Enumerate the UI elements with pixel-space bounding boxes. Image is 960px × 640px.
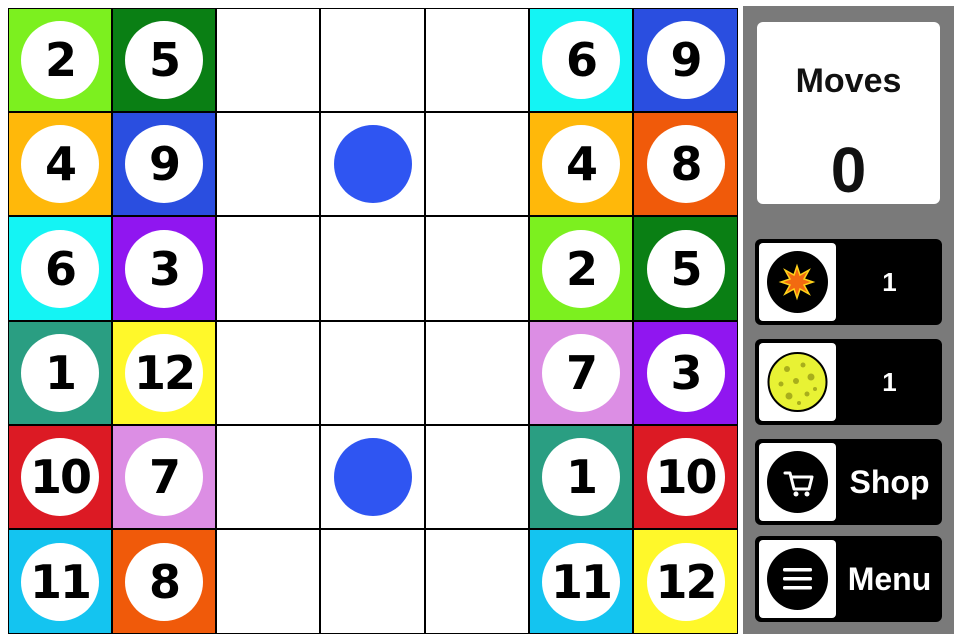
empty-cell[interactable]: [216, 425, 320, 529]
tile-5[interactable]: 5: [633, 216, 738, 321]
tile-number: 12: [125, 334, 203, 412]
empty-cell[interactable]: [320, 112, 425, 216]
game-board: 2 5 6 9 4 9 4 8 6 3 2 5 1 12 7 3 10 7 1 10 11 8 11 12: [8, 8, 738, 634]
tile-4[interactable]: 4: [8, 112, 112, 216]
empty-cell[interactable]: [216, 216, 320, 321]
tile-1[interactable]: 1: [8, 321, 112, 425]
tile-number: 6: [542, 21, 620, 99]
empty-cell[interactable]: [320, 8, 425, 112]
empty-cell[interactable]: [320, 529, 425, 634]
tile-8[interactable]: 8: [633, 112, 738, 216]
cart-icon: [767, 451, 828, 513]
empty-cell[interactable]: [425, 216, 529, 321]
moon-icon: [767, 351, 828, 413]
tile-11[interactable]: 11: [529, 529, 633, 634]
tile-number: 9: [646, 21, 725, 99]
tile-number: 4: [21, 125, 99, 203]
empty-cell[interactable]: [425, 321, 529, 425]
tile-number: 11: [21, 542, 99, 621]
tile-number: 2: [542, 229, 620, 308]
tile-number: 2: [21, 21, 99, 99]
empty-cell[interactable]: [216, 8, 320, 112]
tile-number: 5: [646, 229, 725, 308]
bomb-powerup-button[interactable]: 1: [755, 239, 942, 325]
tile-12[interactable]: 12: [633, 529, 738, 634]
tile-number: 3: [125, 229, 203, 308]
empty-cell[interactable]: [425, 112, 529, 216]
tile-11[interactable]: 11: [8, 529, 112, 634]
moves-value: 0: [830, 134, 867, 206]
blue-marker-dot: [333, 125, 412, 203]
empty-cell[interactable]: [216, 529, 320, 634]
tile-number: 6: [21, 229, 99, 308]
shop-label: Shop: [849, 464, 930, 500]
tile-9[interactable]: 9: [633, 8, 738, 112]
tile-10[interactable]: 10: [633, 425, 738, 529]
empty-cell[interactable]: [425, 425, 529, 529]
tile-10[interactable]: 10: [8, 425, 112, 529]
tile-6[interactable]: 6: [8, 216, 112, 321]
moves-counter: Moves 0: [757, 22, 940, 204]
empty-cell[interactable]: [216, 112, 320, 216]
empty-cell[interactable]: [320, 425, 425, 529]
tile-number: 7: [542, 334, 620, 412]
tile-8[interactable]: 8: [112, 529, 216, 634]
tile-3[interactable]: 3: [112, 216, 216, 321]
tile-7[interactable]: 7: [112, 425, 216, 529]
tile-number: 7: [125, 438, 203, 516]
tile-number: 11: [542, 542, 620, 621]
tile-1[interactable]: 1: [529, 425, 633, 529]
empty-cell[interactable]: [216, 321, 320, 425]
side-panel: Moves 0 1 1 Shop Menu: [743, 6, 954, 634]
moon-powerup-button[interactable]: 1: [755, 339, 942, 425]
tile-number: 4: [542, 125, 620, 203]
hamburger-menu-icon: [767, 548, 828, 610]
menu-button[interactable]: Menu: [755, 536, 942, 622]
tile-7[interactable]: 7: [529, 321, 633, 425]
tile-number: 10: [646, 438, 725, 516]
tile-number: 3: [646, 334, 725, 412]
empty-cell[interactable]: [425, 529, 529, 634]
tile-2[interactable]: 2: [529, 216, 633, 321]
bomb-icon: [767, 251, 828, 313]
shop-button[interactable]: Shop: [755, 439, 942, 525]
tile-9[interactable]: 9: [112, 112, 216, 216]
tile-2[interactable]: 2: [8, 8, 112, 112]
tile-number: 1: [21, 334, 99, 412]
tile-3[interactable]: 3: [633, 321, 738, 425]
menu-label: Menu: [847, 561, 932, 597]
tile-6[interactable]: 6: [529, 8, 633, 112]
empty-cell[interactable]: [320, 216, 425, 321]
tile-number: 1: [542, 438, 620, 516]
empty-cell[interactable]: [425, 8, 529, 112]
tile-number: 8: [125, 542, 203, 621]
empty-cell[interactable]: [320, 321, 425, 425]
bomb-count: 1: [882, 267, 897, 297]
tile-5[interactable]: 5: [112, 8, 216, 112]
tile-number: 10: [21, 438, 99, 516]
moves-label: Moves: [795, 62, 902, 100]
tile-number: 8: [646, 125, 725, 203]
tile-12[interactable]: 12: [112, 321, 216, 425]
tile-number: 9: [125, 125, 203, 203]
tile-number: 12: [646, 542, 725, 621]
moon-count: 1: [882, 367, 897, 397]
blue-marker-dot: [333, 438, 412, 516]
tile-number: 5: [125, 21, 203, 99]
tile-4[interactable]: 4: [529, 112, 633, 216]
